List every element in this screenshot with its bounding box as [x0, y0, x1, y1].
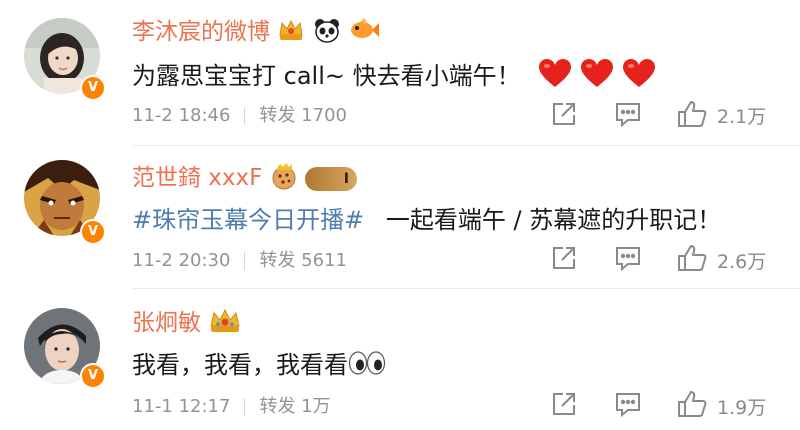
username[interactable]: 范世錡 xxxF I [132, 158, 357, 196]
crown-badge-icon [208, 307, 242, 341]
comment-icon[interactable] [614, 244, 642, 276]
divider [244, 252, 246, 270]
cookie-badge-icon [270, 162, 298, 196]
comment-meta: 11-2 20:30 转发 5611 [132, 246, 347, 272]
comment-text: #珠帘玉幕今日开播# 一起看端午 / 苏幕遮的升职记！ [132, 200, 721, 235]
comment-text-body: 我看，我看，我看看 [132, 351, 348, 379]
timestamp: 11-2 18:46 [132, 105, 231, 126]
comment-icon[interactable] [614, 100, 642, 132]
comment-item: V 李沐宸的微博 为露思宝宝打 call~ 快去看小端午！ 11-2 18:46… [0, 0, 800, 145]
fish-icon [348, 17, 380, 49]
panda-icon [313, 17, 341, 49]
comment-text: 为露思宝宝打 call~ 快去看小端午！ [132, 56, 656, 95]
like-icon[interactable] [677, 244, 707, 276]
username[interactable]: 张炯敏 [132, 303, 242, 341]
crown-badge-icon [277, 17, 305, 49]
level-badge: I [305, 166, 357, 191]
share-icon[interactable] [550, 100, 578, 132]
comment-text: 我看，我看，我看看 [132, 345, 386, 382]
repost-button[interactable]: 转发 1700 [259, 105, 347, 126]
share-icon[interactable] [550, 390, 578, 422]
timestamp: 11-1 12:17 [132, 396, 231, 417]
verified-badge: V [80, 75, 106, 101]
comment-icon[interactable] [614, 390, 642, 422]
repost-button[interactable]: 转发 5611 [259, 250, 347, 271]
divider-line [132, 288, 800, 289]
divider [244, 107, 246, 125]
divider [244, 398, 246, 416]
like-icon[interactable] [677, 100, 707, 132]
username-text: 范世錡 xxxF [132, 165, 263, 191]
eyes-icon [348, 350, 386, 382]
timestamp: 11-2 20:30 [132, 250, 231, 271]
heart-icon [580, 59, 614, 95]
comment-text-body: 一起看端午 / 苏幕遮的升职记！ [385, 206, 722, 234]
topic-link[interactable]: #珠帘玉幕今日开播# [132, 206, 364, 234]
username[interactable]: 李沐宸的微博 [132, 12, 380, 49]
comment-meta: 11-2 18:46 转发 1700 [132, 101, 347, 127]
comment-meta: 11-1 12:17 转发 1万 [132, 392, 331, 418]
repost-button[interactable]: 转发 1万 [259, 396, 330, 417]
like-count: 1.9万 [717, 397, 767, 419]
like-icon[interactable] [677, 390, 707, 422]
comment-text-body: 为露思宝宝打 call~ 快去看小端午！ [132, 62, 521, 90]
username-text: 李沐宸的微博 [132, 19, 270, 45]
heart-icon [622, 59, 656, 95]
like-count: 2.6万 [717, 251, 767, 273]
verified-badge: V [80, 219, 106, 245]
share-icon[interactable] [550, 244, 578, 276]
like-count: 2.1万 [717, 106, 767, 128]
username-text: 张炯敏 [132, 310, 201, 336]
divider-line [132, 145, 800, 146]
verified-badge: V [80, 363, 106, 389]
heart-icon [538, 59, 572, 95]
